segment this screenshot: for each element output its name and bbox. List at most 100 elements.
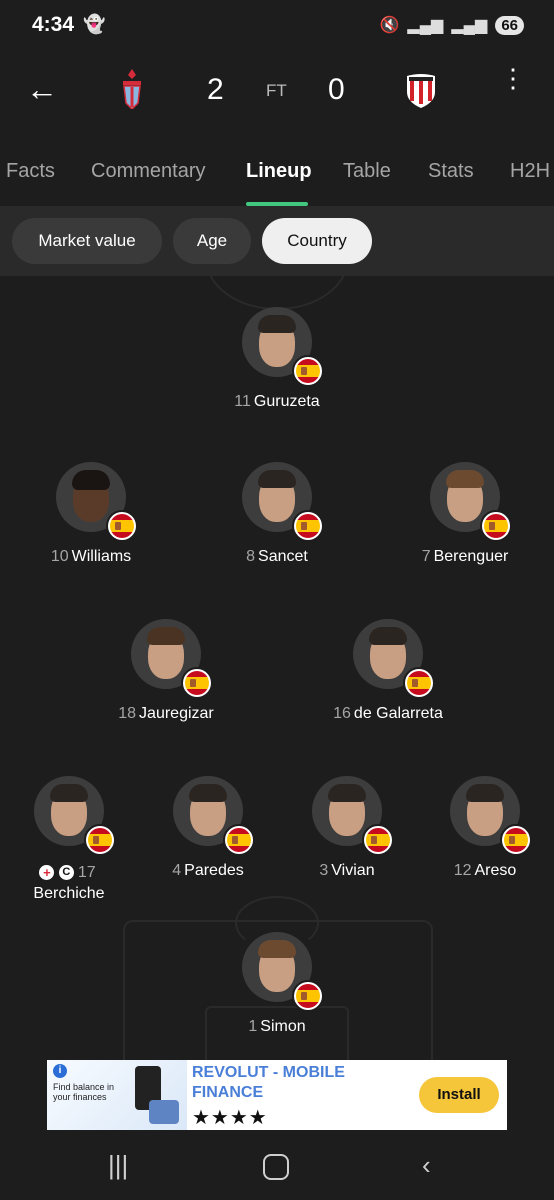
flag-stripes	[227, 828, 251, 852]
ad-image-text: Find balance in your finances	[53, 1082, 115, 1102]
tab-lineup[interactable]: Lineup	[246, 160, 312, 183]
player-name: Vivian	[331, 862, 375, 879]
player-label: 10 Williams	[21, 548, 161, 566]
recent-apps-icon[interactable]: |||	[108, 1150, 128, 1181]
player-de-galarreta[interactable]: 16 de Galarreta	[318, 619, 458, 723]
player-simon[interactable]: 1 Simon	[207, 932, 347, 1036]
player-hair	[258, 940, 296, 958]
flag-stripes	[366, 828, 390, 852]
player-avatar	[242, 932, 324, 1012]
player-paredes[interactable]: 4 Paredes	[138, 776, 278, 880]
home-team-crest-icon[interactable]	[118, 69, 146, 109]
tab-commentary[interactable]: Commentary	[91, 160, 205, 183]
tab-table[interactable]: Table	[343, 160, 391, 183]
filter-country[interactable]: Country	[262, 218, 372, 264]
substitution-icon: +	[39, 865, 55, 881]
player-number: 7	[421, 548, 431, 565]
status-icons: 🔇 ▂▄▆ ▂▄▆ 66	[379, 15, 524, 35]
player-label: 7 Berenguer	[395, 548, 535, 566]
player-areso[interactable]: 12 Areso	[415, 776, 554, 880]
player-name: Berenguer	[433, 548, 509, 565]
center-circle	[205, 276, 349, 310]
flag-stripes	[504, 828, 528, 852]
player-hair	[328, 784, 366, 802]
back-arrow-icon[interactable]: ←	[26, 71, 58, 108]
more-options-icon[interactable]: ⋮	[500, 65, 526, 91]
spain-flag-icon	[181, 667, 213, 699]
player-number: 11	[234, 393, 251, 410]
mute-icon: 🔇	[379, 17, 400, 34]
back-icon[interactable]: ‹	[422, 1150, 431, 1181]
flag-stripes	[296, 359, 320, 383]
away-team-crest-icon[interactable]	[405, 72, 437, 108]
player-number: 17	[77, 864, 96, 881]
player-jauregizar[interactable]: 18 Jauregizar	[96, 619, 236, 723]
player-number: 8	[246, 548, 256, 565]
filter-market-value[interactable]: Market value	[12, 218, 162, 264]
home-icon[interactable]	[263, 1154, 289, 1180]
player-berchiche[interactable]: + C 17 Berchiche	[0, 776, 139, 904]
player-avatar	[242, 462, 324, 542]
player-hair	[258, 315, 296, 333]
ad-image: i Find balance in your finances	[47, 1060, 187, 1130]
player-name: Jauregizar	[139, 705, 214, 722]
player-label: 8 Sancet	[207, 548, 347, 566]
player-sancet[interactable]: 8 Sancet	[207, 462, 347, 566]
spain-flag-icon	[292, 355, 324, 387]
player-avatar	[430, 462, 512, 542]
flag-stripes	[110, 514, 134, 538]
player-avatar	[312, 776, 394, 856]
tab-h2h[interactable]: H2H	[510, 160, 550, 183]
player-hair	[369, 627, 407, 645]
player-number: 12	[453, 862, 472, 879]
signal-icon: ▂▄▆	[407, 17, 444, 34]
filter-age[interactable]: Age	[173, 218, 251, 264]
spain-flag-icon	[480, 510, 512, 542]
spain-flag-icon	[500, 824, 532, 856]
player-name: Williams	[71, 548, 132, 565]
captain-badge-icon: C	[58, 865, 74, 881]
system-nav-bar: ||| ‹	[0, 1130, 554, 1200]
player-avatar	[131, 619, 213, 699]
player-label: 3 Vivian	[277, 862, 417, 880]
tab-bar: Facts Commentary Lineup Table Stats H2H	[0, 145, 554, 206]
player-name: Areso	[474, 862, 517, 879]
lineup-pitch: 11 Guruzeta 10 Williams 8 Sancet 7 Berenguer…	[0, 276, 554, 1060]
player-label: 16 de Galarreta	[318, 705, 458, 723]
info-icon: i	[53, 1064, 67, 1078]
tab-facts[interactable]: Facts	[6, 160, 55, 183]
player-berenguer[interactable]: 7 Berenguer	[395, 462, 535, 566]
player-avatar	[450, 776, 532, 856]
player-label: 18 Jauregizar	[96, 705, 236, 723]
flag-stripes	[296, 514, 320, 538]
match-header: ← 2 FT 0 ⋮	[0, 55, 554, 127]
signal-4g-icon: ▂▄▆	[451, 17, 488, 34]
player-label: 4 Paredes	[138, 862, 278, 880]
battery-badge: 66	[495, 15, 524, 35]
status-time: 4:34	[32, 13, 75, 36]
player-number: 10	[50, 548, 69, 565]
ad-banner[interactable]: i Find balance in your finances REVOLUT …	[47, 1060, 507, 1130]
player-hair	[50, 784, 88, 802]
player-number: 1	[248, 1018, 258, 1035]
player-hair	[466, 784, 504, 802]
tab-stats[interactable]: Stats	[428, 160, 474, 183]
player-number: 16	[333, 705, 351, 722]
player-guruzeta[interactable]: 11 Guruzeta	[207, 307, 347, 411]
player-name: de Galarreta	[353, 705, 443, 722]
spain-flag-icon	[362, 824, 394, 856]
ad-title: REVOLUT - MOBILE FINANCE	[192, 1064, 345, 1101]
player-hair	[189, 784, 227, 802]
status-bar: 4:34 👻 🔇 ▂▄▆ ▂▄▆ 66	[0, 0, 554, 52]
player-name: Sancet	[258, 548, 308, 565]
home-score: 2	[207, 73, 224, 106]
player-name: Paredes	[184, 862, 244, 879]
spain-flag-icon	[292, 510, 324, 542]
spain-flag-icon	[403, 667, 435, 699]
player-williams[interactable]: 10 Williams	[21, 462, 161, 566]
player-vivian[interactable]: 3 Vivian	[277, 776, 417, 880]
player-avatar	[173, 776, 255, 856]
spain-flag-icon	[223, 824, 255, 856]
player-label: + C 17 Berchiche	[0, 862, 139, 904]
install-button[interactable]: Install	[419, 1077, 499, 1113]
